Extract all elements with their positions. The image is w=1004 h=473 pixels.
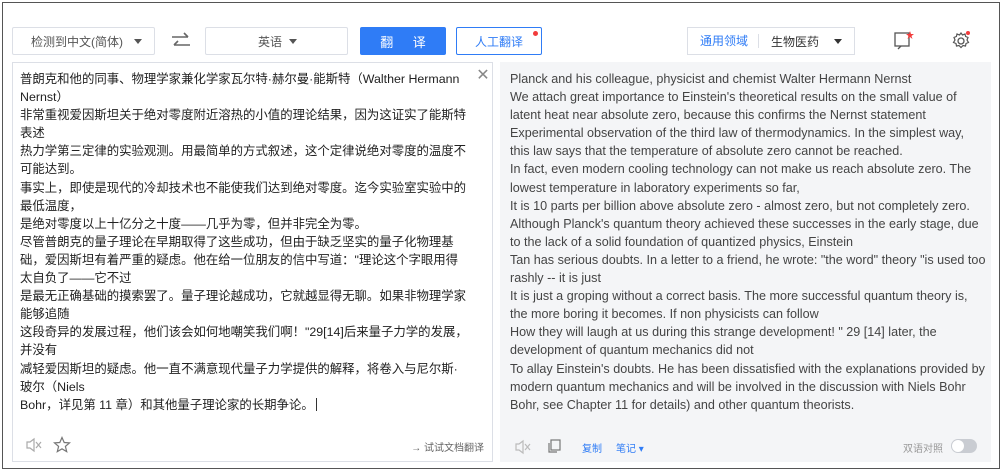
- source-footer: → 试试文档翻译: [13, 429, 492, 461]
- copy-icon[interactable]: [546, 438, 562, 454]
- domain-label: 通用领域: [688, 34, 760, 48]
- target-language-select[interactable]: 英语: [205, 27, 348, 55]
- text-cursor: [315, 397, 317, 411]
- source-language-label: 检测到中文(简体): [31, 34, 123, 49]
- feedback-icon[interactable]: [893, 29, 915, 51]
- translate-button[interactable]: 翻 译: [360, 27, 446, 55]
- source-language-select[interactable]: 检测到中文(简体): [12, 27, 155, 55]
- swap-icon[interactable]: [169, 30, 193, 52]
- settings-icon[interactable]: [950, 29, 972, 51]
- domain-select[interactable]: 通用领域 生物医药: [687, 27, 855, 55]
- chevron-down-icon: [834, 39, 842, 44]
- human-translate-button[interactable]: 人工翻译: [456, 27, 542, 55]
- target-footer: 复制 笔记 ▾ 双语对照: [500, 430, 991, 462]
- copy-button[interactable]: 复制: [582, 440, 602, 455]
- star-icon[interactable]: [53, 436, 71, 454]
- target-text: Planck and his colleague, physicist and …: [510, 72, 986, 412]
- chevron-down-icon: [289, 39, 297, 44]
- document-translate-link[interactable]: → 试试文档翻译: [411, 439, 484, 454]
- notes-label: 笔记: [616, 444, 636, 455]
- human-translate-label: 人工翻译: [474, 34, 523, 49]
- source-panel: 普朗克和他的同事、物理学家兼化学家瓦尔特·赫尔曼·能斯特（Walther Her…: [12, 62, 493, 462]
- translator-window: 检测到中文(简体) 英语 翻 译 人工翻译 通用领域 生物医药 普朗克和他的同事…: [2, 2, 1000, 469]
- speaker-icon[interactable]: [514, 439, 532, 455]
- domain-value: 生物医药: [771, 34, 820, 49]
- close-icon[interactable]: ✕: [475, 68, 491, 84]
- chevron-down-icon: [134, 39, 142, 44]
- bilingual-label: 双语对照: [903, 444, 943, 455]
- bilingual-toggle[interactable]: [951, 439, 977, 453]
- source-text: 普朗克和他的同事、物理学家兼化学家瓦尔特·赫尔曼·能斯特（Walther Her…: [20, 72, 468, 412]
- speaker-icon[interactable]: [25, 437, 43, 453]
- notification-dot: [533, 31, 538, 36]
- toolbar: 检测到中文(简体) 英语 翻 译 人工翻译 通用领域 生物医药: [3, 3, 999, 61]
- target-language-label: 英语: [258, 34, 283, 49]
- target-panel: Planck and his colleague, physicist and …: [500, 62, 991, 462]
- source-textarea[interactable]: 普朗克和他的同事、物理学家兼化学家瓦尔特·赫尔曼·能斯特（Walther Her…: [20, 70, 468, 414]
- notes-button[interactable]: 笔记 ▾: [616, 440, 644, 455]
